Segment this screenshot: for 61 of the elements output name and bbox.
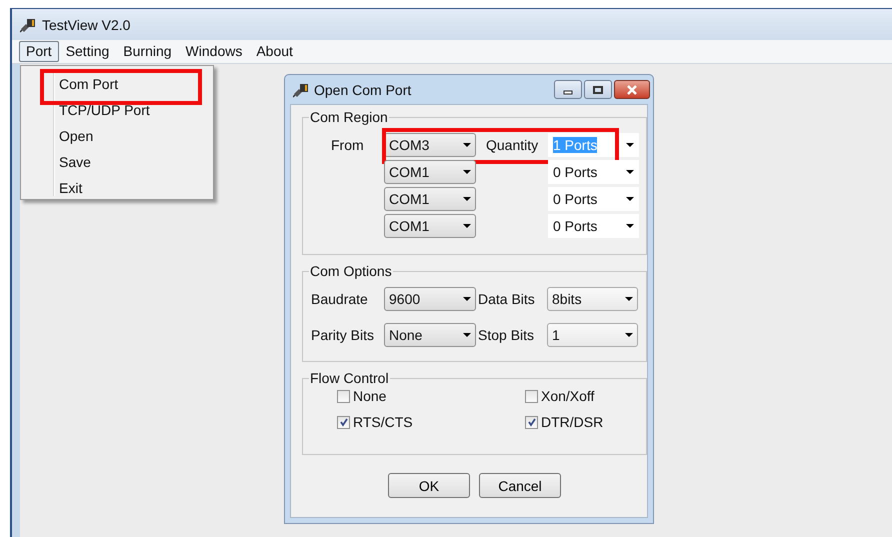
dialog-button[interactable]: OK [388, 473, 470, 498]
caret-icon [626, 143, 634, 147]
checkbox[interactable] [525, 416, 538, 428]
minimize-button[interactable] [554, 80, 582, 99]
dropdown-field[interactable]: 8bits [547, 287, 638, 311]
plug-icon [20, 16, 36, 32]
dropdown-field[interactable]: COM3 [384, 133, 476, 157]
caret-icon [463, 297, 471, 301]
checkbox[interactable] [337, 416, 350, 428]
menu-item[interactable]: Windows [178, 41, 250, 62]
caret-icon [625, 333, 633, 337]
dropdown-field[interactable]: None [384, 323, 476, 347]
menu-item[interactable]: Port [19, 41, 59, 62]
dropdown-field[interactable]: 1 [547, 323, 638, 347]
menu-item[interactable]: Burning [116, 41, 179, 62]
caret-icon [463, 197, 471, 201]
menu-item[interactable]: Exit [21, 175, 213, 201]
checkbox-label: Xon/Xoff [541, 388, 594, 404]
field-label: Parity Bits [311, 327, 376, 343]
close-icon [627, 84, 637, 94]
dropdown-field[interactable]: 0 Ports [548, 187, 639, 211]
dropdown-field[interactable]: COM1 [384, 214, 476, 238]
dialog-button[interactable]: Cancel [479, 473, 561, 498]
field-label: Data Bits [478, 291, 536, 307]
checkbox-label: None [353, 388, 386, 404]
dropdown-field[interactable]: 0 Ports [548, 214, 639, 238]
dropdown-field[interactable]: COM1 [384, 187, 476, 211]
field-label: Quantity [485, 137, 540, 153]
dialog-title: Open Com Port [314, 82, 412, 98]
field-label: Baudrate [311, 291, 369, 307]
menu-item[interactable]: Com Port [21, 71, 213, 97]
maximize-button[interactable] [584, 80, 612, 99]
group-title: Com Region [309, 109, 389, 125]
caret-icon [626, 197, 634, 201]
menu-item[interactable]: Save [21, 149, 213, 175]
caret-icon [463, 224, 471, 228]
plug-icon [293, 82, 309, 98]
menu-item[interactable]: Open [21, 123, 213, 149]
group-title: Flow Control [309, 370, 390, 386]
window-title: TestView V2.0 [42, 16, 130, 32]
menu-item[interactable]: Setting [58, 41, 116, 62]
maximize-icon [593, 84, 603, 94]
caret-icon [463, 170, 471, 174]
checkbox[interactable] [337, 390, 350, 402]
group-title: Com Options [309, 263, 393, 279]
caret-icon [626, 170, 634, 174]
checkbox-label: DTR/DSR [541, 414, 604, 430]
menu-item[interactable]: About [249, 41, 300, 62]
dropdown-field[interactable]: 0 Ports [548, 160, 639, 184]
checkbox-label: RTS/CTS [353, 414, 413, 430]
caret-icon [463, 143, 471, 147]
caret-icon [463, 333, 471, 337]
dropdown-field[interactable]: 9600 [384, 287, 476, 311]
dropdown-field[interactable]: COM1 [384, 160, 476, 184]
close-button[interactable] [614, 80, 650, 99]
caret-icon [625, 297, 633, 301]
field-label: Stop Bits [478, 327, 536, 343]
caret-icon [626, 224, 634, 228]
menu-item[interactable]: TCP/UDP Port [21, 97, 213, 123]
checkbox[interactable] [525, 390, 538, 402]
field-label: From [330, 137, 365, 153]
